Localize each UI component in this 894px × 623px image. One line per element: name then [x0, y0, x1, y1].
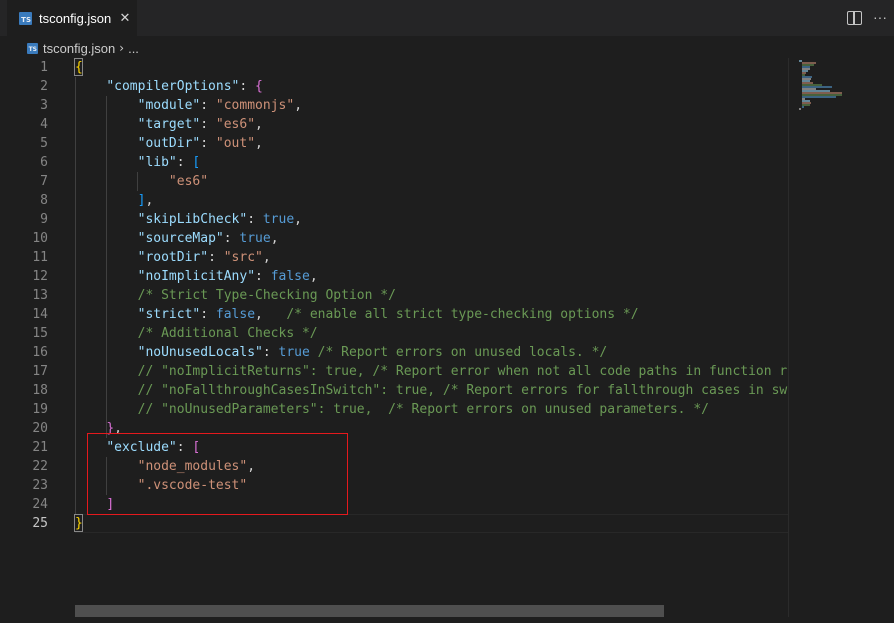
- line-number: 4: [40, 117, 48, 132]
- line-number: 21: [32, 440, 48, 455]
- code-line: "strict": false, /* enable all strict ty…: [137, 307, 639, 322]
- line-number: 2: [40, 79, 48, 94]
- line-number: 20: [32, 421, 48, 436]
- code-line: "outDir": "out",: [137, 136, 263, 151]
- line-number: 1: [40, 60, 48, 75]
- line-number: 9: [40, 212, 48, 227]
- line-number: 25: [32, 516, 48, 531]
- bracket-match: [74, 514, 83, 532]
- horizontal-scrollbar-thumb[interactable]: [75, 605, 664, 617]
- minimap[interactable]: [788, 58, 894, 623]
- chevron-right-icon: ›: [119, 41, 125, 55]
- code-line: "skipLibCheck": true,: [137, 212, 302, 227]
- code-line: ],: [137, 193, 154, 208]
- line-number: 7: [40, 174, 48, 189]
- code-line: // "noFallthroughCasesInSwitch": true, /…: [137, 383, 788, 398]
- code-line: /* Strict Type-Checking Option */: [137, 288, 396, 303]
- line-number: 14: [32, 307, 48, 322]
- line-number: 6: [40, 155, 48, 170]
- code-line: "es6": [168, 174, 209, 189]
- current-line-highlight: [75, 514, 788, 533]
- minimap-line: [802, 106, 804, 108]
- minimap-line: [802, 96, 836, 98]
- line-number: 18: [32, 383, 48, 398]
- ts-file-icon: TS: [19, 12, 32, 25]
- line-number: 12: [32, 269, 48, 284]
- line-number: 23: [32, 478, 48, 493]
- breadcrumb: TS tsconfig.json › ...: [0, 37, 894, 59]
- code-line: // "noImplicitReturns": true, /* Report …: [137, 364, 788, 379]
- tab-label: tsconfig.json: [39, 11, 112, 26]
- split-editor-icon[interactable]: [847, 11, 862, 25]
- line-number: 11: [32, 250, 48, 265]
- code-line: "target": "es6",: [137, 117, 263, 132]
- line-number: 22: [32, 459, 48, 474]
- line-number: 13: [32, 288, 48, 303]
- ts-file-icon: TS: [27, 42, 38, 54]
- line-number: 3: [40, 98, 48, 113]
- line-number: 24: [32, 497, 48, 512]
- line-number: 10: [32, 231, 48, 246]
- code-editor[interactable]: 1 2 3 4 5 6 7 8 9 10 11 12 13 14 15 16 17 18 19 20 21 22 23 24 2…: [0, 58, 788, 604]
- breadcrumb-more[interactable]: ...: [128, 41, 139, 56]
- code-line: "compilerOptions": {: [106, 79, 263, 94]
- code-line: // "noUnusedParameters": true, /* Report…: [137, 402, 709, 417]
- code-line: "rootDir": "src",: [137, 250, 271, 265]
- line-number: 19: [32, 402, 48, 417]
- close-icon[interactable]: ✕: [117, 10, 133, 26]
- tab-bar: TS tsconfig.json ✕ ···: [0, 0, 894, 37]
- minimap-line: [799, 108, 801, 110]
- line-number: 15: [32, 326, 48, 341]
- bottom-strip: [0, 617, 894, 623]
- code-line: "module": "commonjs",: [137, 98, 303, 113]
- line-number: 17: [32, 364, 48, 379]
- breadcrumb-file[interactable]: tsconfig.json: [43, 41, 115, 56]
- code-line: "noImplicitAny": false,: [137, 269, 318, 284]
- code-line: "noUnusedLocals": true /* Report errors …: [137, 345, 608, 360]
- code-line: "lib": [: [137, 155, 201, 170]
- line-number: 16: [32, 345, 48, 360]
- highlight-box: [87, 433, 348, 515]
- more-actions-icon[interactable]: ···: [872, 8, 888, 26]
- code-line: "sourceMap": true,: [137, 231, 279, 246]
- tab-tsconfig[interactable]: TS tsconfig.json ✕: [7, 0, 137, 37]
- line-number: 8: [40, 193, 48, 208]
- code-line: /* Additional Checks */: [137, 326, 318, 341]
- line-number: 5: [40, 136, 48, 151]
- bracket-match: [74, 58, 83, 76]
